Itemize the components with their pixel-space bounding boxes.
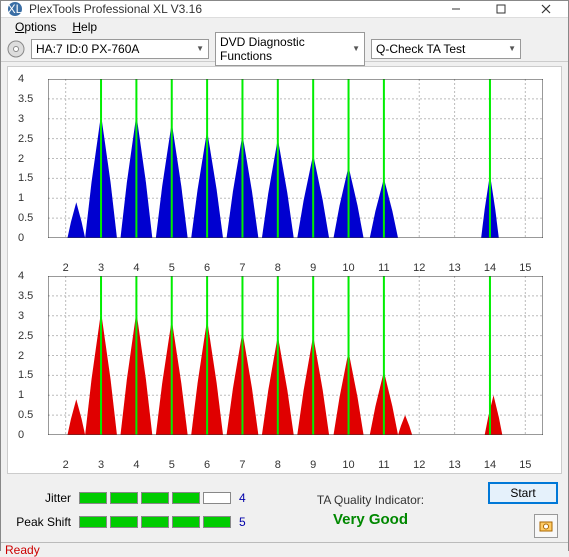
minimize-button[interactable] — [433, 1, 478, 17]
function-dropdown-value: DVD Diagnostic Functions — [220, 35, 348, 63]
jitter-row: Jitter 4 — [11, 491, 253, 505]
window-title: PlexTools Professional XL V3.16 — [29, 2, 433, 16]
ta-indicator-value: Very Good — [265, 511, 476, 528]
screenshot-button[interactable] — [534, 514, 558, 538]
peakshift-label: Peak Shift — [11, 515, 71, 529]
chart-panel: 00.511.522.533.5423456789101112131415 00… — [7, 66, 562, 474]
start-button[interactable]: Start — [488, 482, 558, 504]
menu-options[interactable]: Options — [7, 18, 64, 36]
jitter-label: Jitter — [11, 491, 71, 505]
jitter-value: 4 — [239, 491, 253, 505]
toolbar: HA:7 ID:0 PX-760A ▼ DVD Diagnostic Functi… — [1, 36, 568, 62]
test-dropdown[interactable]: Q-Check TA Test ▼ — [371, 39, 521, 59]
jitter-bars — [79, 492, 231, 504]
titlebar: XL PlexTools Professional XL V3.16 — [1, 1, 568, 18]
chevron-down-icon: ▼ — [196, 44, 204, 53]
device-dropdown-value: HA:7 ID:0 PX-760A — [36, 42, 139, 56]
svg-text:XL: XL — [8, 2, 23, 16]
maximize-button[interactable] — [478, 1, 523, 17]
device-dropdown[interactable]: HA:7 ID:0 PX-760A ▼ — [31, 39, 209, 59]
chevron-down-icon: ▼ — [508, 44, 516, 53]
test-dropdown-value: Q-Check TA Test — [376, 42, 465, 56]
status-text: Ready — [5, 543, 40, 557]
function-dropdown[interactable]: DVD Diagnostic Functions ▼ — [215, 32, 365, 66]
peakshift-row: Peak Shift 5 — [11, 515, 253, 529]
menu-help[interactable]: Help — [64, 18, 105, 36]
result-panel: Jitter 4 Peak Shift 5 TA Quality Indicat… — [1, 474, 568, 542]
close-button[interactable] — [523, 1, 568, 17]
statusbar: Ready — [1, 542, 568, 557]
ta-chart-top: 00.511.522.533.5423456789101112131415 — [18, 75, 551, 260]
chevron-down-icon: ▼ — [352, 44, 360, 53]
disc-icon — [7, 40, 25, 58]
app-icon: XL — [7, 1, 23, 17]
peakshift-bars — [79, 516, 231, 528]
ta-chart-bottom: 00.511.522.533.5423456789101112131415 — [18, 272, 551, 457]
ta-indicator-label: TA Quality Indicator: — [265, 493, 476, 507]
peakshift-value: 5 — [239, 515, 253, 529]
